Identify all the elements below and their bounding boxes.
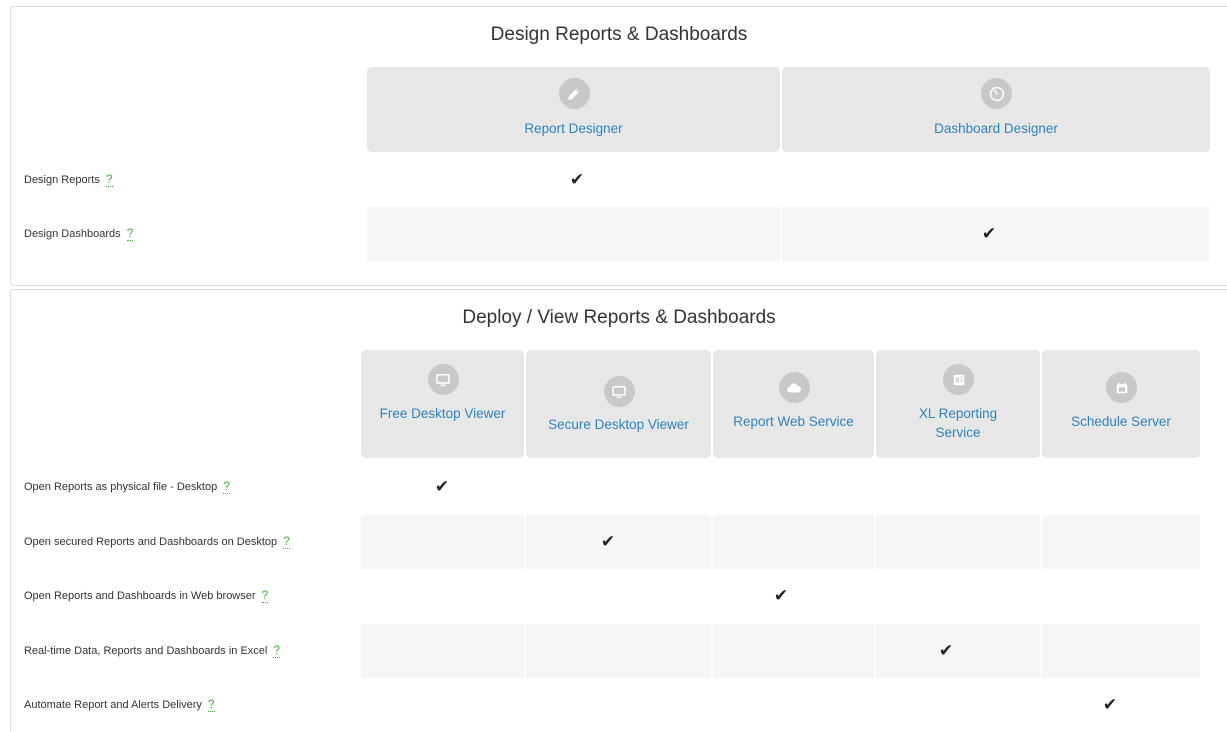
table-cell: [526, 569, 711, 624]
checkmark-icon: ✔: [600, 531, 616, 551]
row-label: Real-time Data, Reports and Dashboards i…: [24, 624, 281, 679]
table-cell: ✔: [713, 569, 874, 624]
column-header-dashboard-designer[interactable]: Dashboard Designer: [782, 67, 1210, 152]
column-header-free-desktop-viewer[interactable]: Free Desktop Viewer: [361, 350, 524, 458]
table-row: ✔ Design Reports?: [11, 153, 1201, 207]
table-cell: [526, 623, 711, 678]
table-row: ✔ Design Dashboards?: [11, 207, 1210, 261]
row-label: Automate Report and Alerts Delivery?: [24, 678, 215, 732]
row-label-text: Open Reports as physical file - Desktop: [24, 481, 218, 494]
row-label: Design Reports?: [24, 153, 113, 207]
excel-icon: [943, 364, 974, 395]
checkmark-icon: ✔: [569, 170, 585, 189]
table-cell: [361, 623, 524, 678]
deploy-section: Deploy / View Reports & Dashboards Free …: [10, 289, 1227, 732]
table-cell: [1042, 460, 1200, 515]
column-label: Secure Desktop Viewer: [548, 417, 689, 432]
row-label: Design Dashboards?: [24, 207, 134, 261]
row-label-text: Automate Report and Alerts Delivery: [24, 699, 202, 712]
row-label: Open Reports as physical file - Desktop?: [24, 460, 230, 515]
table-cell: [876, 678, 1040, 732]
column-header-secure-desktop-viewer[interactable]: Secure Desktop Viewer: [526, 350, 711, 458]
help-link[interactable]: ?: [207, 698, 215, 713]
row-label-text: Design Reports: [24, 174, 100, 186]
checkmark-icon: ✔: [1102, 695, 1118, 715]
column-header-report-designer[interactable]: Report Designer: [367, 67, 780, 152]
table-cell: ✔: [367, 153, 780, 207]
table-cell: ✔: [1042, 678, 1200, 732]
table-cell: [713, 460, 874, 515]
table-cell: [361, 514, 524, 569]
table-cell: [1042, 569, 1200, 624]
row-label-text: Design Dashboards: [24, 228, 121, 240]
table-row: ✔ Open secured Reports and Dashboards on …: [11, 514, 1201, 570]
column-label: Schedule Server: [1071, 414, 1171, 429]
row-label-text: Open secured Reports and Dashboards on D…: [24, 535, 278, 548]
checkmark-icon: ✔: [981, 224, 997, 243]
table-cell: [713, 514, 874, 569]
checkmark-icon: ✔: [434, 477, 450, 497]
table-row: ✔ Automate Report and Alerts Delivery?: [11, 678, 1201, 732]
row-label-text: Open Reports and Dashboards in Web brows…: [24, 590, 256, 603]
monitor-icon: [427, 364, 459, 395]
table-cell: [526, 678, 711, 732]
column-label: Report Web Service: [733, 414, 854, 429]
table-cell: [782, 153, 1210, 207]
column-header-xl-reporting-service[interactable]: XL Reporting Service: [876, 350, 1040, 458]
table-row: ✔ Open Reports and Dashboards in Web brow…: [11, 569, 1201, 624]
help-link[interactable]: ?: [126, 227, 134, 241]
table-cell: [367, 207, 780, 261]
column-label: Dashboard Designer: [934, 121, 1058, 136]
gauge-icon: [981, 78, 1012, 109]
pencil-icon: [558, 78, 590, 109]
help-link[interactable]: ?: [261, 589, 269, 604]
table-cell: [876, 514, 1040, 569]
help-link[interactable]: ?: [223, 480, 230, 495]
column-header-schedule-server[interactable]: Schedule Server: [1042, 350, 1200, 458]
table-cell: [713, 678, 874, 732]
row-label: Open secured Reports and Dashboards on D…: [24, 515, 290, 570]
table-cell: [526, 460, 711, 515]
table-cell: ✔: [782, 207, 1210, 261]
table-cell: [361, 678, 524, 732]
table-cell: [1042, 514, 1200, 569]
table-cell: ✔: [361, 460, 524, 515]
table-cell: [713, 623, 874, 678]
table-cell: [876, 569, 1040, 624]
help-link[interactable]: ?: [273, 643, 281, 658]
column-label: Free Desktop Viewer: [379, 406, 506, 421]
design-section: Design Reports & Dashboards Report Desig…: [10, 6, 1227, 286]
table-row: ✔ Open Reports as physical file - Desktop…: [11, 460, 1201, 515]
table-cell: [361, 569, 524, 624]
design-section-title: Design Reports & Dashboards: [490, 24, 748, 45]
deploy-section-title: Deploy / View Reports & Dashboards: [462, 307, 776, 328]
table-row: ✔ Real-time Data, Reports and Dashboards …: [11, 623, 1201, 679]
table-cell: [1042, 623, 1200, 678]
table-cell: ✔: [876, 623, 1040, 678]
column-label: Report Designer: [524, 121, 623, 136]
column-label: XL Reporting Service: [918, 406, 998, 440]
checkmark-icon: ✔: [938, 640, 954, 660]
calendar-icon: [1106, 372, 1137, 403]
monitor-icon: [603, 376, 635, 407]
table-cell: [876, 460, 1040, 515]
help-link[interactable]: ?: [105, 173, 113, 187]
row-label-text: Real-time Data, Reports and Dashboards i…: [24, 644, 268, 657]
checkmark-icon: ✔: [773, 586, 789, 606]
cloud-icon: [778, 372, 810, 403]
help-link[interactable]: ?: [283, 534, 290, 549]
column-header-report-web-service[interactable]: Report Web Service: [713, 350, 874, 458]
row-label: Open Reports and Dashboards in Web brows…: [24, 569, 269, 624]
table-cell: ✔: [526, 514, 711, 569]
